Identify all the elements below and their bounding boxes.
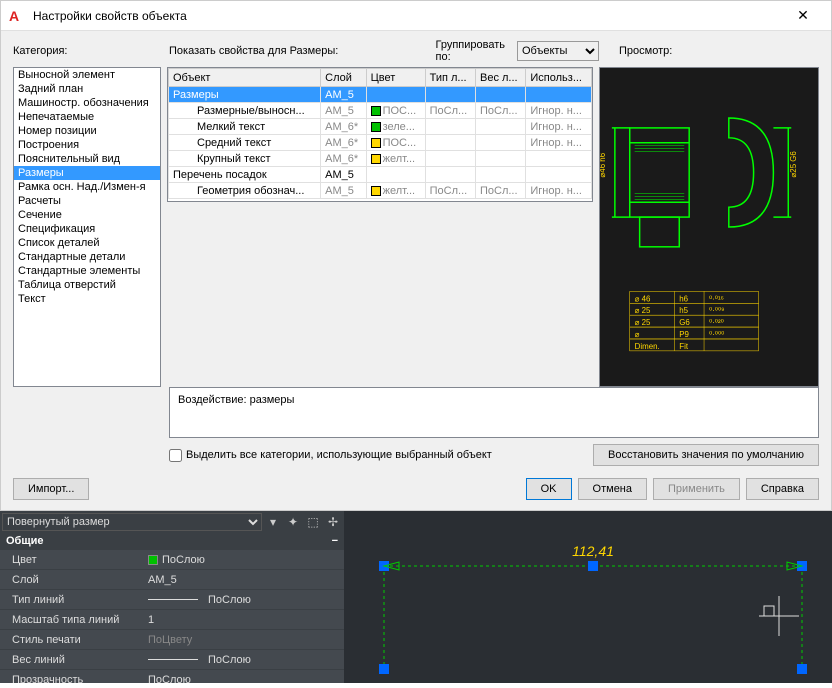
svg-text:⌀: ⌀: [635, 330, 640, 339]
svg-text:G6: G6: [679, 318, 690, 327]
svg-text:⌀ 46: ⌀ 46: [635, 295, 651, 304]
toggle-pip-icon[interactable]: ▾: [264, 513, 282, 531]
category-item[interactable]: Список деталей: [14, 236, 160, 250]
category-item[interactable]: Машиностр. обозначения: [14, 96, 160, 110]
category-item[interactable]: Выносной элемент: [14, 68, 160, 82]
group-by-select[interactable]: Объекты: [517, 41, 599, 61]
labels-row: Категория: Показать свойства для Размеры…: [1, 31, 831, 67]
table-row[interactable]: Геометрия обознач...AM_5желт...ПоСл...По…: [169, 183, 592, 199]
property-row[interactable]: ПрозрачностьПоСлою: [0, 669, 344, 683]
impact-box: Воздействие: размеры: [169, 387, 819, 438]
category-item[interactable]: Пояснительный вид: [14, 152, 160, 166]
show-props-label: Показать свойства для Размеры:: [169, 45, 428, 57]
table-row[interactable]: Перечень посадокAM_5: [169, 167, 592, 183]
svg-text:⌀ 25: ⌀ 25: [635, 318, 651, 327]
svg-text:Fit: Fit: [679, 342, 689, 351]
table-row[interactable]: Мелкий текстAM_6*зеле...Игнор. н...: [169, 119, 592, 135]
object-type-select[interactable]: Повернутый размер: [2, 513, 262, 531]
property-row[interactable]: Масштаб типа линий1: [0, 609, 344, 629]
settings-dialog: A Настройки свойств объекта ✕ Категория:…: [0, 0, 832, 511]
preview-pane: ⌀46 h6 ⌀25 G6 ⌀ 46 h6 ⁰·⁰¹⁶ ⌀ 25 h5 ⁰·⁰⁰⁹ ⌀ 25…: [599, 67, 819, 387]
drawing-canvas[interactable]: 112,41: [344, 511, 832, 683]
ok-button[interactable]: OK: [526, 478, 572, 500]
table-row[interactable]: Средний текстAM_6*ПОС...Игнор. н...: [169, 135, 592, 151]
property-row[interactable]: Стиль печатиПоЦвету: [0, 629, 344, 649]
category-item[interactable]: Расчеты: [14, 194, 160, 208]
category-list[interactable]: Выносной элементЗадний планМашиностр. об…: [13, 67, 161, 387]
category-item[interactable]: Размеры: [14, 166, 160, 180]
app-icon: A: [9, 8, 25, 24]
svg-text:⌀ 25: ⌀ 25: [635, 306, 651, 315]
svg-text:h6: h6: [679, 295, 688, 304]
group-by-label: Группировать по:: [436, 39, 506, 63]
table-row[interactable]: Крупный текстAM_6*желт...: [169, 151, 592, 167]
category-item[interactable]: Построения: [14, 138, 160, 152]
highlight-checkbox[interactable]: Выделить все категории, использующие выб…: [169, 449, 492, 462]
table-row[interactable]: РазмерыAM_5: [169, 87, 592, 103]
property-row[interactable]: Тип линийПоСлою: [0, 589, 344, 609]
svg-text:⁰·⁰²⁰: ⁰·⁰²⁰: [709, 318, 724, 327]
category-item[interactable]: Сечение: [14, 208, 160, 222]
category-item[interactable]: Текст: [14, 292, 160, 306]
quick-select-icon[interactable]: ✦: [284, 513, 302, 531]
dimension-text: 112,41: [572, 543, 614, 559]
apply-button: Применить: [653, 478, 740, 500]
svg-text:⌀25 G6: ⌀25 G6: [789, 151, 798, 178]
category-item[interactable]: Непечатаемые: [14, 110, 160, 124]
category-label: Категория:: [13, 45, 161, 57]
category-item[interactable]: Стандартные детали: [14, 250, 160, 264]
dialog-title: Настройки свойств объекта: [33, 9, 783, 23]
category-item[interactable]: Таблица отверстий: [14, 278, 160, 292]
svg-text:⁰·⁰⁰⁹: ⁰·⁰⁰⁹: [709, 306, 725, 315]
table-row[interactable]: Размерные/выносн...AM_5ПОС...ПоСл...ПоСл…: [169, 103, 592, 119]
help-button[interactable]: Справка: [746, 478, 819, 500]
pick-add-icon[interactable]: ✢: [324, 513, 342, 531]
titlebar: A Настройки свойств объекта ✕: [1, 1, 831, 31]
svg-text:⁰·⁰¹⁶: ⁰·⁰¹⁶: [709, 295, 724, 304]
collapse-icon[interactable]: −: [332, 535, 338, 547]
preview-label: Просмотр:: [619, 45, 819, 57]
import-button[interactable]: Импорт...: [13, 478, 89, 500]
property-row[interactable]: ЦветПоСлою: [0, 549, 344, 569]
property-row[interactable]: Вес линийПоСлою: [0, 649, 344, 669]
close-button[interactable]: ✕: [783, 1, 823, 31]
properties-palette[interactable]: Повернутый размер ▾ ✦ ⬚ ✢ Общие− ЦветПоС…: [0, 511, 344, 683]
select-objects-icon[interactable]: ⬚: [304, 513, 322, 531]
svg-text:Dimen.: Dimen.: [635, 342, 660, 351]
category-item[interactable]: Стандартные элементы: [14, 264, 160, 278]
svg-text:P9: P9: [679, 330, 689, 339]
category-item[interactable]: Номер позиции: [14, 124, 160, 138]
group-header[interactable]: Общие−: [0, 533, 344, 549]
restore-defaults-button[interactable]: Восстановить значения по умолчанию: [593, 444, 819, 466]
svg-text:⁰·⁰⁰⁰: ⁰·⁰⁰⁰: [709, 330, 724, 339]
category-item[interactable]: Рамка осн. Над./Измен-я: [14, 180, 160, 194]
cancel-button[interactable]: Отмена: [578, 478, 647, 500]
svg-text:h5: h5: [679, 306, 688, 315]
properties-grid[interactable]: ОбъектСлойЦветТип л...Вес л...Использ...…: [167, 67, 593, 202]
svg-text:⌀46 h6: ⌀46 h6: [600, 152, 607, 177]
category-item[interactable]: Спецификация: [14, 222, 160, 236]
category-item[interactable]: Задний план: [14, 82, 160, 96]
property-row[interactable]: СлойAM_5: [0, 569, 344, 589]
